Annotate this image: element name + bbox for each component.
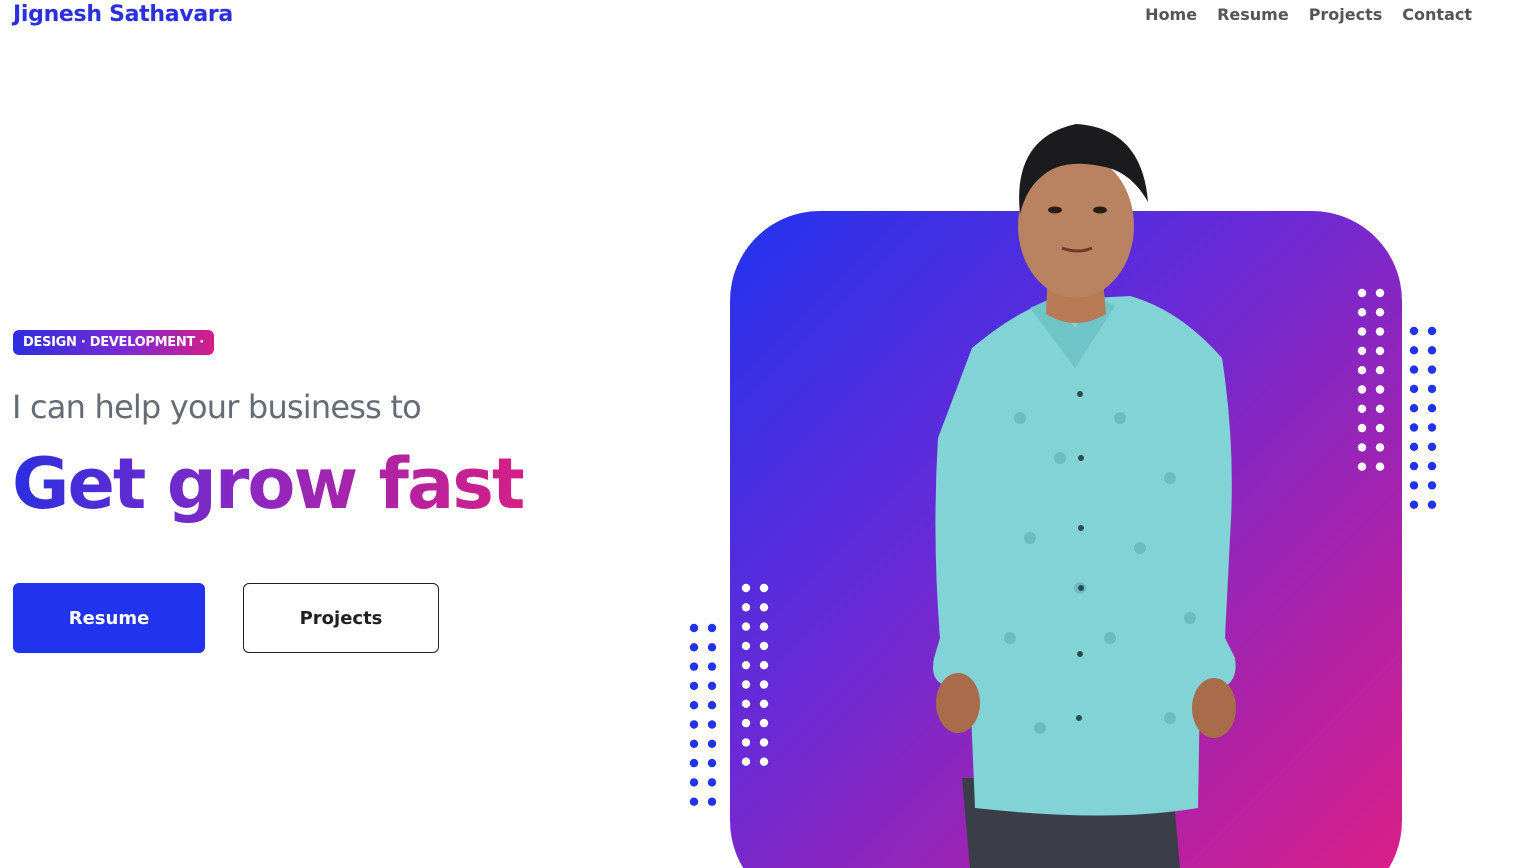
projects-button[interactable]: Projects [243,583,439,653]
blue-dots-top-right [1408,325,1442,511]
nav-contact[interactable]: Contact [1402,5,1472,24]
services-tag: DESIGN · DEVELOPMENT · [13,330,214,355]
brand-logo[interactable]: Jignesh Sathavara [13,2,233,27]
portrait-photo [880,118,1260,868]
white-dots-bottom-left [740,582,774,768]
nav-home[interactable]: Home [1145,5,1197,24]
nav-resume[interactable]: Resume [1217,5,1289,24]
blue-dots-bottom-left [688,622,722,808]
hero-subline: I can help your business to [12,388,422,426]
nav-projects[interactable]: Projects [1309,5,1383,24]
hero-headline: Get grow fast [12,438,525,530]
white-dots-top-right [1356,287,1390,473]
main-nav: Home Resume Projects Contact [1145,5,1472,24]
resume-button[interactable]: Resume [13,583,205,653]
